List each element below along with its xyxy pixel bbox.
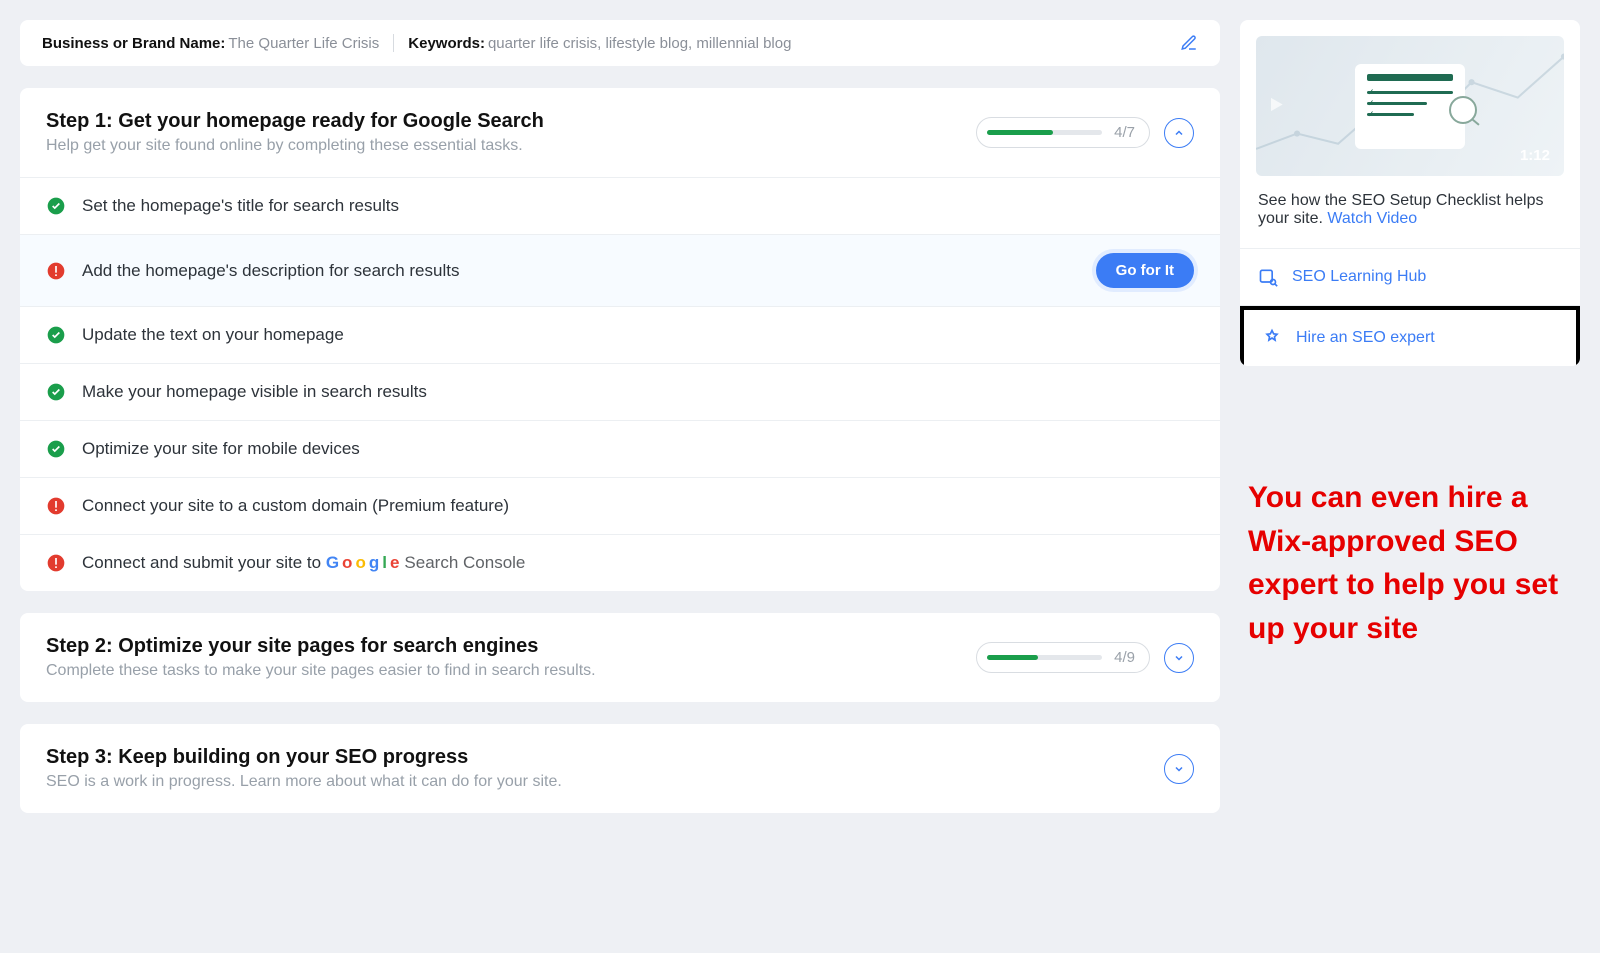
step1-header[interactable]: Step 1: Get your homepage ready for Goog… <box>20 88 1220 177</box>
step1-progress-fill <box>987 130 1053 135</box>
edit-icon[interactable] <box>1180 34 1198 52</box>
step2-header[interactable]: Step 2: Optimize your site pages for sea… <box>20 613 1220 702</box>
gsc-suffix: Search Console <box>404 553 525 572</box>
keywords-value: quarter life crisis, lifestyle blog, mil… <box>488 35 791 52</box>
learning-hub-label: SEO Learning Hub <box>1292 268 1426 286</box>
header-separator <box>393 34 394 52</box>
task-row[interactable]: Set the homepage's title for search resu… <box>20 178 1220 235</box>
check-icon <box>46 325 66 345</box>
task-label: Set the homepage's title for search resu… <box>82 196 1194 216</box>
alert-icon <box>46 261 66 281</box>
step1-card: Step 1: Get your homepage ready for Goog… <box>20 88 1220 591</box>
check-icon <box>46 196 66 216</box>
task-label: Make your homepage visible in search res… <box>82 382 1194 402</box>
step1-task-list: Set the homepage's title for search resu… <box>20 177 1220 591</box>
step3-card: Step 3: Keep building on your SEO progre… <box>20 724 1220 813</box>
seo-header-card: Business or Brand Name: The Quarter Life… <box>20 20 1220 66</box>
step1-progress-text: 4/7 <box>1114 124 1135 141</box>
step2-card: Step 2: Optimize your site pages for sea… <box>20 613 1220 702</box>
sidebar-card: 1:12 See how the SEO Setup Checklist hel… <box>1240 20 1580 366</box>
step2-progress: 4/9 <box>976 642 1150 673</box>
step3-title: Step 3: Keep building on your SEO progre… <box>46 746 562 769</box>
play-icon <box>1266 95 1286 118</box>
task-label: Add the homepage's description for searc… <box>82 261 1080 281</box>
checklist-graphic <box>1355 64 1465 149</box>
annotation-text: You can even hire a Wix-approved SEO exp… <box>1240 476 1580 650</box>
task-row[interactable]: Make your homepage visible in search res… <box>20 364 1220 421</box>
task-row[interactable]: Connect and submit your site to Google S… <box>20 535 1220 591</box>
step2-progress-text: 4/9 <box>1114 649 1135 666</box>
alert-icon <box>46 553 66 573</box>
step2-expand-toggle[interactable] <box>1164 643 1194 673</box>
chevron-up-icon <box>1173 127 1185 139</box>
chevron-down-icon <box>1173 652 1185 664</box>
step1-subtitle: Help get your site found online by compl… <box>46 137 544 155</box>
task-label: Optimize your site for mobile devices <box>82 439 1194 459</box>
sidebar: 1:12 See how the SEO Setup Checklist hel… <box>1240 20 1580 813</box>
hire-seo-expert-link[interactable]: Hire an SEO expert <box>1240 306 1580 366</box>
seo-learning-hub-link[interactable]: SEO Learning Hub <box>1240 249 1580 306</box>
hire-expert-label: Hire an SEO expert <box>1296 329 1435 347</box>
task-label: Connect your site to a custom domain (Pr… <box>82 496 1194 516</box>
brand-label: Business or Brand Name: <box>42 35 225 52</box>
step2-title: Step 2: Optimize your site pages for sea… <box>46 635 596 658</box>
task-row[interactable]: Update the text on your homepage <box>20 307 1220 364</box>
learning-hub-icon <box>1258 267 1278 287</box>
task-label-prefix: Connect and submit your site to <box>82 553 321 572</box>
check-icon <box>46 382 66 402</box>
google-logo: Google <box>326 553 400 573</box>
video-thumbnail[interactable]: 1:12 <box>1256 36 1564 176</box>
task-row[interactable]: Optimize your site for mobile devices <box>20 421 1220 478</box>
seo-header-info: Business or Brand Name: The Quarter Life… <box>42 34 791 52</box>
step2-subtitle: Complete these tasks to make your site p… <box>46 662 596 680</box>
alert-icon <box>46 496 66 516</box>
task-row[interactable]: Connect your site to a custom domain (Pr… <box>20 478 1220 535</box>
brand-value: The Quarter Life Crisis <box>228 35 379 52</box>
video-caption: See how the SEO Setup Checklist helps yo… <box>1240 176 1580 249</box>
step3-header[interactable]: Step 3: Keep building on your SEO progre… <box>20 724 1220 813</box>
step2-progress-fill <box>987 655 1038 660</box>
go-for-it-button[interactable]: Go for It <box>1096 253 1194 288</box>
task-row[interactable]: Add the homepage's description for searc… <box>20 235 1220 307</box>
watch-video-link[interactable]: Watch Video <box>1327 210 1417 227</box>
step1-collapse-toggle[interactable] <box>1164 118 1194 148</box>
video-duration: 1:12 <box>1520 147 1550 164</box>
task-label: Update the text on your homepage <box>82 325 1194 345</box>
step3-subtitle: SEO is a work in progress. Learn more ab… <box>46 773 562 791</box>
step1-title: Step 1: Get your homepage ready for Goog… <box>46 110 544 133</box>
task-label: Connect and submit your site to Google S… <box>82 553 1194 573</box>
check-icon <box>46 439 66 459</box>
keywords-label: Keywords: <box>408 35 485 52</box>
expert-icon <box>1262 328 1282 348</box>
chevron-down-icon <box>1173 763 1185 775</box>
step1-progress: 4/7 <box>976 117 1150 148</box>
step3-expand-toggle[interactable] <box>1164 754 1194 784</box>
